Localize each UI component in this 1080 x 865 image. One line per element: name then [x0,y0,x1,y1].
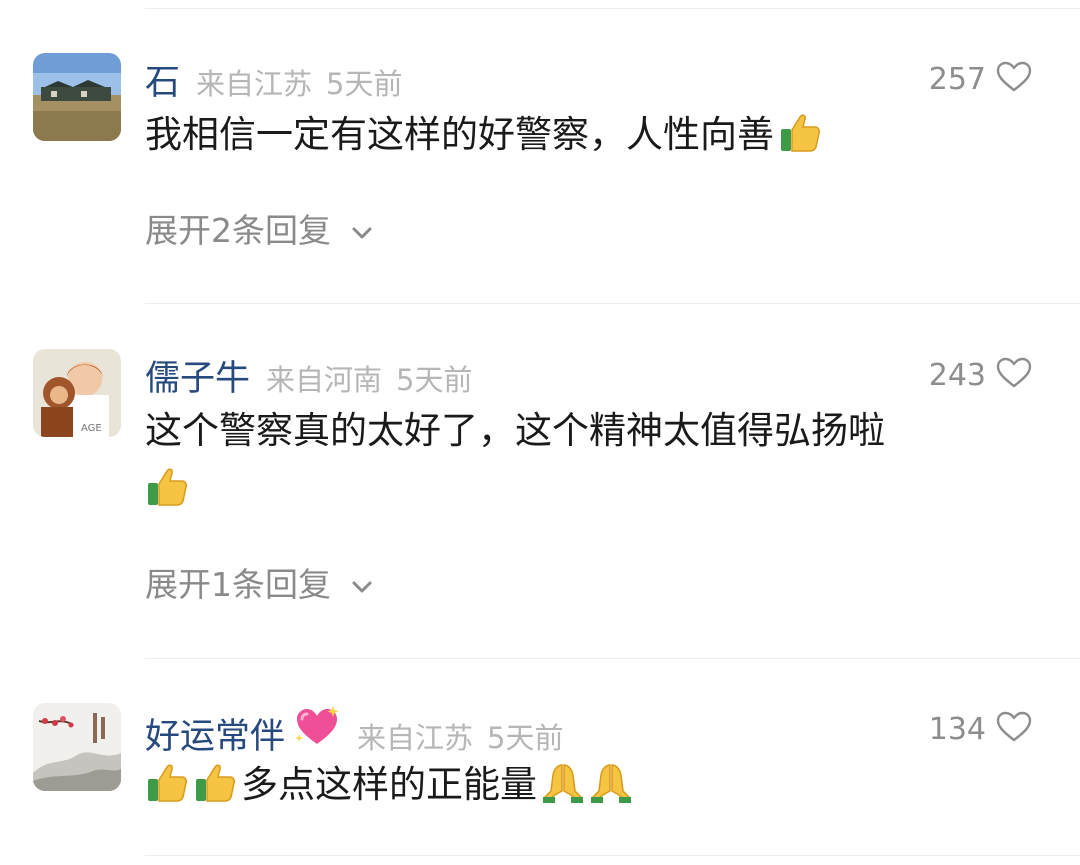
divider [145,855,1080,856]
thumbs-up-icon [145,761,189,822]
comment-item: 好运常伴 来自江苏 5天前 134 多点这样的正能量 [0,0,1080,865]
like-button[interactable]: 134 [929,704,1032,754]
sparkling-heart-icon [293,704,341,752]
comment-text: 多点这样的正能量 [145,756,1025,822]
comment-meta: 来自江苏 5天前 [357,715,563,757]
avatar[interactable] [33,703,121,791]
username[interactable]: 好运常伴 [145,708,285,759]
comment-body: 多点这样的正能量 [241,763,537,806]
thumbs-up-icon [193,761,237,822]
heart-icon [996,711,1032,747]
location-label: 来自江苏 [357,721,474,755]
folded-hands-icon [589,761,633,822]
folded-hands-icon [541,761,585,822]
comment-header: 好运常伴 来自江苏 5天前 [145,704,563,757]
like-count: 134 [928,711,986,747]
timestamp: 5天前 [487,721,564,755]
